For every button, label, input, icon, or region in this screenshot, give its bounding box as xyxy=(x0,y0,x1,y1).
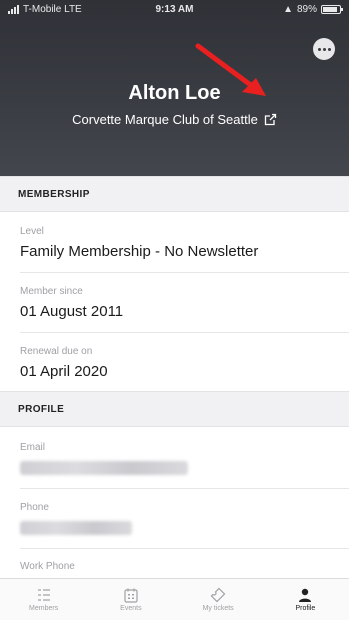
club-link[interactable]: Corvette Marque Club of Seattle xyxy=(0,112,349,127)
tab-my-tickets[interactable]: My tickets xyxy=(175,579,262,620)
level-label: Level xyxy=(20,226,44,237)
renewal-label: Renewal due on xyxy=(20,346,93,357)
tab-profile[interactable]: Profile xyxy=(262,579,349,620)
more-dot-icon xyxy=(317,47,321,51)
more-options-button[interactable] xyxy=(313,38,335,60)
tab-bar: Members Events My tickets Profile xyxy=(0,578,349,620)
email-label: Email xyxy=(20,442,46,453)
work-phone-field[interactable]: Work Phone xyxy=(20,561,349,572)
email-field[interactable]: Email xyxy=(20,442,349,475)
member-since-label: Member since xyxy=(20,286,83,297)
phone-label: Phone xyxy=(20,502,49,513)
tab-members[interactable]: Members xyxy=(0,579,87,620)
member-since-value: 01 August 2011 xyxy=(20,303,124,320)
tab-events[interactable]: Events xyxy=(87,579,174,620)
calendar-icon xyxy=(124,588,138,603)
status-icons: ▲ 89% xyxy=(283,4,343,15)
member-since-field: Member since 01 August 2011 xyxy=(20,286,349,320)
email-value-redacted xyxy=(20,461,188,475)
profile-name: Alton Loe xyxy=(128,82,221,104)
tab-members-label: Members xyxy=(29,605,59,612)
members-list-icon xyxy=(37,589,50,601)
divider xyxy=(20,272,349,273)
renewal-value: 01 April 2020 xyxy=(20,363,108,380)
battery-percent: 89% xyxy=(296,4,317,15)
membership-section-header: MEMBERSHIP xyxy=(0,176,349,212)
status-bar: T-Mobile LTE 9:13 AM ▲ 89% xyxy=(0,0,349,20)
ticket-icon xyxy=(210,587,226,603)
tab-events-label: Events xyxy=(120,605,142,612)
level-field: Level Family Membership - No Newsletter xyxy=(20,226,349,260)
divider xyxy=(20,548,349,549)
location-icon: ▲ xyxy=(283,4,293,15)
phone-field[interactable]: Phone xyxy=(20,502,349,535)
tab-profile-label: Profile xyxy=(295,605,316,612)
club-name: Corvette Marque Club of Seattle xyxy=(72,112,258,127)
divider xyxy=(20,488,349,489)
battery-icon xyxy=(321,5,343,14)
external-link-icon[interactable] xyxy=(264,113,277,126)
profile-header: T-Mobile LTE 9:13 AM ▲ 89% Alton Loe Cor… xyxy=(0,0,349,176)
person-icon xyxy=(299,588,312,602)
divider xyxy=(20,332,349,333)
renewal-field: Renewal due on 01 April 2020 xyxy=(20,346,349,380)
tab-my-tickets-label: My tickets xyxy=(202,605,234,612)
level-value: Family Membership - No Newsletter xyxy=(20,243,259,260)
more-dot-icon xyxy=(327,47,331,51)
profile-section-header: PROFILE xyxy=(0,391,349,427)
phone-value-redacted xyxy=(20,521,132,535)
work-phone-label: Work Phone xyxy=(20,561,75,572)
more-dot-icon xyxy=(322,47,326,51)
